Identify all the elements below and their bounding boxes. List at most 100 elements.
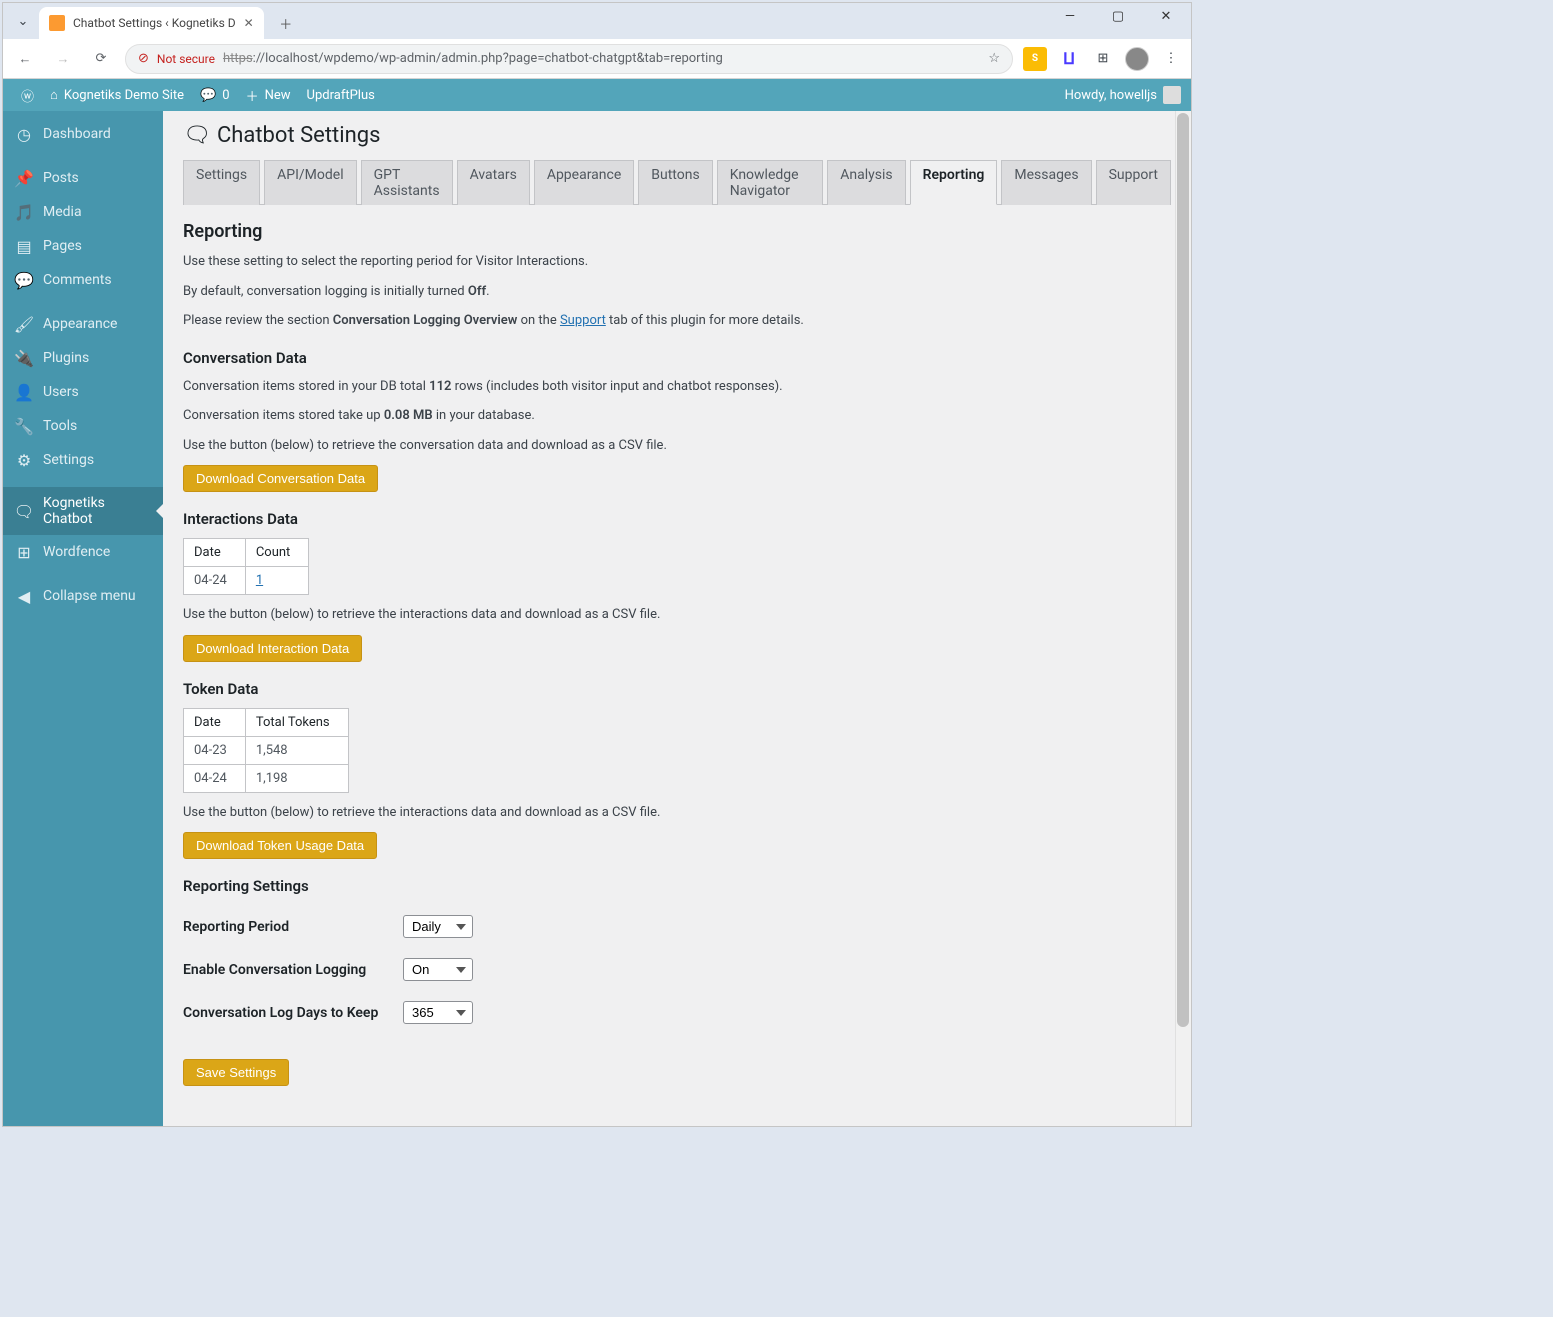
user-icon: 👤 <box>15 383 33 401</box>
tab-settings[interactable]: Settings <box>183 160 260 205</box>
reporting-desc-2: By default, conversation logging is init… <box>183 282 1171 302</box>
extension-icon[interactable]: S <box>1023 47 1047 71</box>
page-icon: ▤ <box>15 237 33 255</box>
menu-collapse[interactable]: ◀Collapse menu <box>3 579 163 613</box>
menu-settings[interactable]: ⚙Settings <box>3 443 163 477</box>
download-conversation-button[interactable]: Download Conversation Data <box>183 465 378 492</box>
scrollbar-thumb[interactable] <box>1177 113 1189 1027</box>
table-row: 04-241 <box>184 567 309 595</box>
tab-appearance[interactable]: Appearance <box>534 160 634 205</box>
tab-support[interactable]: Support <box>1096 160 1171 205</box>
maximize-button[interactable]: ▢ <box>1103 9 1133 24</box>
howdy-text[interactable]: Howdy, howelljs <box>1065 88 1157 103</box>
user-avatar-icon[interactable] <box>1163 86 1181 104</box>
menu-dashboard[interactable]: ◷Dashboard <box>3 117 163 151</box>
chat-bubble-icon: 🗨 <box>183 123 211 148</box>
tab-api-model[interactable]: API/Model <box>264 160 356 205</box>
sliders-icon: ⚙ <box>15 451 33 469</box>
tab-messages[interactable]: Messages <box>1001 160 1091 205</box>
conversation-logging-label: Enable Conversation Logging <box>183 962 403 978</box>
minimize-button[interactable]: — <box>1055 9 1085 24</box>
conv-rows-text: Conversation items stored in your DB tot… <box>183 377 1171 397</box>
chrome-menu-icon[interactable]: ⋮ <box>1159 47 1183 71</box>
interactions-instruction: Use the button (below) to retrieve the i… <box>183 605 1171 625</box>
address-bar[interactable]: ⊘ Not secure https://localhost/wpdemo/wp… <box>125 44 1013 74</box>
back-button[interactable]: ← <box>11 45 39 73</box>
download-token-button[interactable]: Download Token Usage Data <box>183 832 377 859</box>
menu-users[interactable]: 👤Users <box>3 375 163 409</box>
tab-analysis[interactable]: Analysis <box>827 160 905 205</box>
conversation-logging-select[interactable]: On <box>403 958 473 981</box>
close-tab-icon[interactable]: ✕ <box>244 16 254 30</box>
menu-posts[interactable]: 📌Posts <box>3 161 163 195</box>
reporting-heading: Reporting <box>183 221 1171 242</box>
menu-pages[interactable]: ▤Pages <box>3 229 163 263</box>
wordpress-icon: ⓦ <box>21 86 34 105</box>
log-days-select[interactable]: 365 <box>403 1001 473 1024</box>
menu-kognetiks-chatbot[interactable]: 🗨Kognetiks Chatbot <box>3 487 163 535</box>
support-link[interactable]: Support <box>560 313 606 328</box>
scrollbar[interactable] <box>1175 111 1191 1126</box>
new-tab-button[interactable]: ＋ <box>272 9 300 37</box>
extensions-icon[interactable]: ⊞ <box>1091 47 1115 71</box>
url-text: https://localhost/wpdemo/wp-admin/admin.… <box>223 51 723 66</box>
collapse-icon: ◀ <box>15 587 33 605</box>
tab-buttons[interactable]: Buttons <box>638 160 712 205</box>
tab-search-button[interactable]: ⌄ <box>11 9 35 33</box>
new-content-link[interactable]: ＋New <box>238 79 299 111</box>
page-title: 🗨Chatbot Settings <box>183 123 1171 148</box>
token-th-date: Date <box>184 708 246 736</box>
tab-avatars[interactable]: Avatars <box>457 160 530 205</box>
reporting-desc-3: Please review the section Conversation L… <box>183 311 1171 331</box>
reporting-desc-1: Use these setting to select the reportin… <box>183 252 1171 272</box>
token-th-total: Total Tokens <box>245 708 348 736</box>
wrench-icon: 🔧 <box>15 417 33 435</box>
tab-reporting[interactable]: Reporting <box>910 160 998 205</box>
nav-tabs: Settings API/Model GPT Assistants Avatar… <box>183 160 1171 205</box>
menu-tools[interactable]: 🔧Tools <box>3 409 163 443</box>
interactions-th-count: Count <box>245 539 308 567</box>
profile-avatar[interactable] <box>1125 47 1149 71</box>
comments-link[interactable]: 💬0 <box>192 79 238 111</box>
token-table: DateTotal Tokens 04-231,548 04-241,198 <box>183 708 349 793</box>
save-settings-button[interactable]: Save Settings <box>183 1059 289 1086</box>
not-secure-icon: ⊘ <box>138 51 149 66</box>
reload-button[interactable]: ⟳ <box>87 45 115 73</box>
close-window-button[interactable]: ✕ <box>1151 9 1181 24</box>
pin-icon: 📌 <box>15 169 33 187</box>
site-name-link[interactable]: ⌂Kognetiks Demo Site <box>42 79 192 111</box>
reporting-period-select[interactable]: Daily <box>403 915 473 938</box>
download-interaction-button[interactable]: Download Interaction Data <box>183 635 362 662</box>
log-days-label: Conversation Log Days to Keep <box>183 1005 403 1021</box>
table-row: 04-241,198 <box>184 764 349 792</box>
not-secure-label: Not secure <box>157 52 215 66</box>
browser-tab[interactable]: Chatbot Settings ‹ Kognetiks D ✕ <box>39 7 264 39</box>
window-controls: — ▢ ✕ <box>1055 9 1181 24</box>
malwarebytes-icon[interactable]: ⵡ <box>1057 47 1081 71</box>
xampp-favicon-icon <box>49 15 65 31</box>
chat-icon: 🗨 <box>15 502 33 520</box>
menu-media[interactable]: 🎵Media <box>3 195 163 229</box>
media-icon: 🎵 <box>15 203 33 221</box>
conv-instruction: Use the button (below) to retrieve the c… <box>183 436 1171 456</box>
tab-gpt-assistants[interactable]: GPT Assistants <box>361 160 453 205</box>
token-instruction: Use the button (below) to retrieve the i… <box>183 803 1171 823</box>
interactions-heading: Interactions Data <box>183 510 1171 528</box>
home-icon: ⌂ <box>50 87 58 103</box>
token-data-heading: Token Data <box>183 680 1171 698</box>
tab-title: Chatbot Settings ‹ Kognetiks D <box>73 16 236 30</box>
menu-comments[interactable]: 💬Comments <box>3 263 163 297</box>
menu-plugins[interactable]: 🔌Plugins <box>3 341 163 375</box>
table-row: 04-231,548 <box>184 736 349 764</box>
menu-appearance[interactable]: 🖌Appearance <box>3 307 163 341</box>
forward-button[interactable]: → <box>49 45 77 73</box>
bookmark-star-icon[interactable]: ☆ <box>988 51 1000 66</box>
wp-logo[interactable]: ⓦ <box>13 79 42 111</box>
reporting-settings-heading: Reporting Settings <box>183 877 1171 895</box>
dashboard-icon: ◷ <box>15 125 33 143</box>
menu-wordfence[interactable]: ⊞Wordfence <box>3 535 163 569</box>
interaction-count-link[interactable]: 1 <box>256 573 263 588</box>
comment-icon: 💬 <box>200 88 216 103</box>
updraft-link[interactable]: UpdraftPlus <box>299 79 383 111</box>
tab-knowledge-navigator[interactable]: Knowledge Navigator <box>717 160 824 205</box>
